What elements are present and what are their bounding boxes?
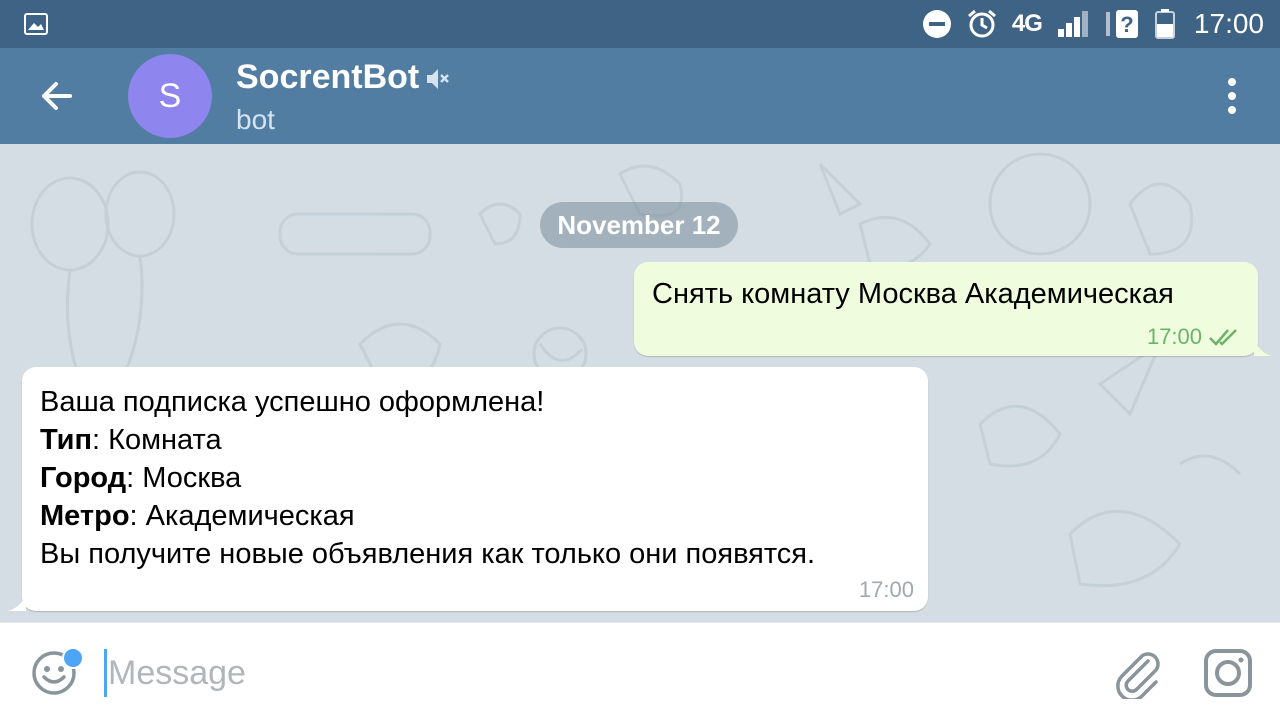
field-value: : Москва: [126, 462, 242, 494]
bubble-tail: [1254, 338, 1272, 356]
field-value: : Комната: [91, 424, 222, 456]
read-ticks-icon: [1209, 329, 1237, 346]
gallery-icon: [24, 13, 48, 35]
camera-icon[interactable]: [1202, 647, 1254, 699]
chat-title[interactable]: SocrentBot: [236, 58, 419, 97]
incoming-message[interactable]: Ваша подписка успешно оформлена! Тип: Ко…: [8, 367, 928, 611]
message-text: Ваша подписка успешно оформлена! Тип: Ко…: [40, 383, 815, 573]
message-time: 17:00: [1146, 324, 1202, 349]
chat-history[interactable]: November 12 Снять комнату Москва Академи…: [0, 144, 1280, 622]
message-line-city: Город: Москва: [40, 459, 815, 497]
message-line-metro: Метро: Академическая: [40, 497, 815, 535]
field-label: Тип: [40, 424, 92, 456]
alarm-icon: [967, 9, 996, 38]
more-vert-icon[interactable]: [1218, 76, 1246, 116]
wifi-unknown-icon: ?: [1105, 10, 1138, 38]
chat-subtitle: bot: [236, 104, 275, 135]
message-text: Снять комнату Москва Академическая: [652, 278, 1174, 310]
message-line-intro: Ваша подписка успешно оформлена!: [40, 386, 545, 418]
message-line-type: Тип: Комната: [40, 421, 815, 459]
svg-text:?: ?: [1120, 12, 1133, 37]
field-label: Метро: [40, 500, 130, 532]
back-arrow-icon[interactable]: [36, 76, 76, 116]
chat-header: S SocrentBot bot: [0, 48, 1280, 144]
mute-icon: [427, 69, 449, 89]
avatar[interactable]: S: [128, 54, 212, 138]
status-bar: 4G ? 17:00: [0, 0, 1280, 48]
status-time: 17:00: [1193, 8, 1264, 39]
message-composer: [0, 622, 1280, 721]
message-line-outro: Вы получите новые объявления как только …: [40, 538, 816, 570]
field-value: : Академическая: [129, 500, 355, 532]
dnd-icon: [922, 10, 951, 38]
message-time: 17:00: [858, 577, 914, 602]
field-label: Город: [40, 462, 127, 494]
signal-icon: [1057, 11, 1088, 37]
date-separator: November 12: [540, 202, 738, 248]
attach-icon[interactable]: [1112, 647, 1164, 699]
network-type: 4G: [1011, 10, 1043, 37]
notification-dot: [62, 647, 84, 669]
message-input[interactable]: [108, 647, 1088, 699]
battery-icon: [1154, 9, 1175, 39]
outgoing-message[interactable]: Снять комнату Москва Академическая 17:00: [634, 262, 1272, 356]
bubble-tail: [8, 593, 26, 611]
text-cursor: [104, 649, 107, 697]
